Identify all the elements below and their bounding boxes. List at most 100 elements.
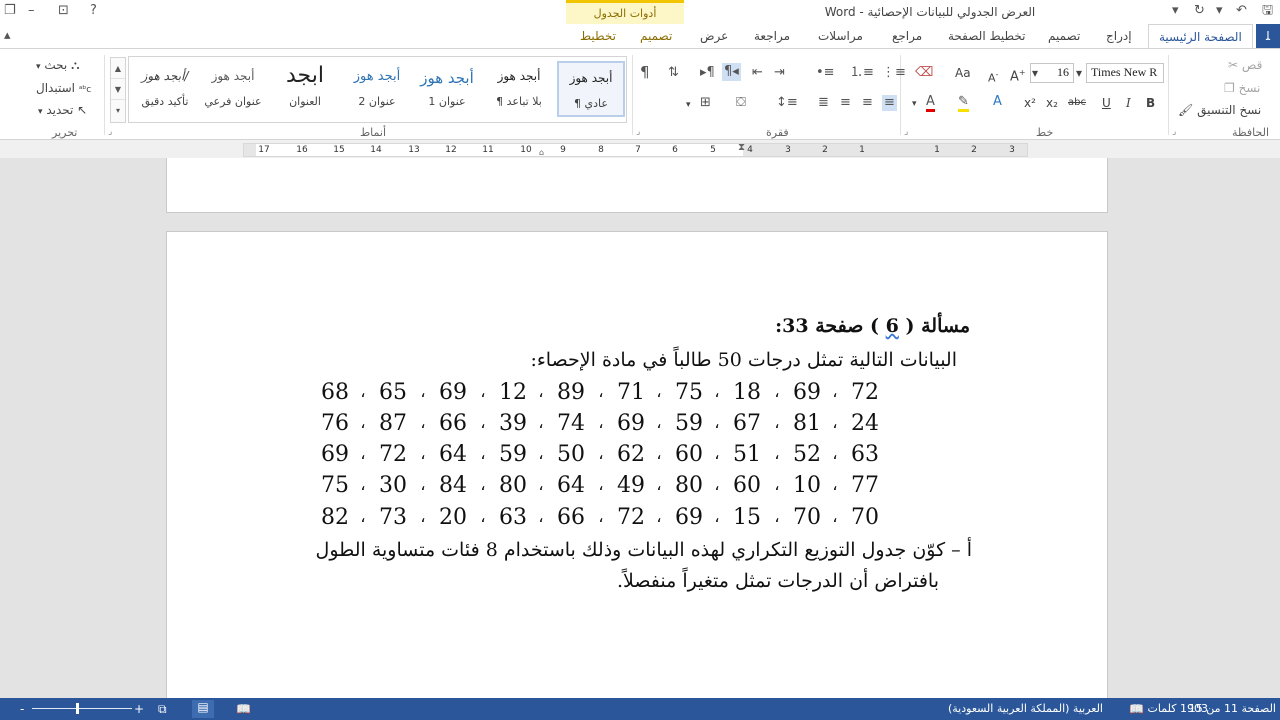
data-row[interactable]: 70 ، 70 ، 15 ، 69 ، 72 ، 66 ، 63 ، 20 ، 73 ، 82 — [321, 505, 895, 535]
superscript-button[interactable]: x² — [1024, 95, 1036, 111]
word-count-status[interactable]: 1903 كلمات — [1148, 702, 1208, 715]
text-effects-icon[interactable]: A — [993, 94, 1002, 110]
scroll-down-icon[interactable]: ▼ — [111, 79, 125, 100]
select-button[interactable]: ▾ تحديد ↖ — [38, 102, 87, 120]
tab-page-layout[interactable]: تخطيط الصفحة — [948, 29, 1025, 43]
save-icon[interactable]: 🖫 — [1262, 3, 1273, 19]
style-heading-2[interactable]: أبجد هوز عنوان 2 — [343, 61, 411, 117]
font-name-dropdown-icon[interactable]: ▾ — [1076, 65, 1082, 81]
tab-review[interactable]: مراجعة — [754, 29, 790, 43]
borders-icon[interactable]: ⊞ — [700, 95, 711, 111]
bold-button[interactable]: B — [1146, 95, 1155, 111]
collapse-ribbon-icon[interactable]: ▴ — [4, 28, 11, 44]
bullets-icon[interactable]: •≡ — [816, 65, 835, 81]
replace-button[interactable]: استبدال ᵃᵇc — [36, 80, 91, 98]
font-name-field[interactable]: Times New R — [1086, 63, 1164, 83]
question-line-1[interactable]: أ – كوّن جدول التوزيع التكراري لهذه البي… — [316, 539, 972, 561]
font-launcher-icon[interactable]: ⌟ — [904, 127, 908, 137]
current-page[interactable]: مسألة ( 6 ) صفحة 33: البيانات التالية تم… — [166, 231, 1108, 698]
align-right-icon[interactable]: ≡ — [882, 95, 897, 111]
document-area[interactable]: مسألة ( 6 ) صفحة 33: البيانات التالية تم… — [0, 158, 1280, 698]
line-spacing-icon[interactable]: ↕≡ — [776, 95, 798, 111]
format-painter-button[interactable]: 🖌 نسخ التنسيق — [1178, 102, 1261, 118]
scroll-up-icon[interactable]: ▲ — [111, 58, 125, 79]
tab-references[interactable]: مراجع — [892, 29, 922, 43]
change-case-button[interactable]: Aa — [955, 65, 971, 81]
zoom-slider-thumb[interactable] — [76, 703, 79, 714]
styles-gallery-scroll[interactable]: ▲ ▼ ▾ — [110, 57, 126, 123]
horizontal-ruler[interactable]: 17 16 15 14 13 12 11 10 9 8 7 6 5 4 3 2 … — [243, 142, 1028, 157]
tab-table-layout[interactable]: تخطيط — [580, 29, 616, 43]
tab-file[interactable]: ﻠ — [1256, 24, 1280, 48]
tab-insert[interactable]: إدراج — [1106, 29, 1132, 43]
italic-button[interactable]: I — [1126, 95, 1131, 111]
ribbon-display-icon[interactable]: ⊡ — [58, 3, 69, 19]
redo-icon[interactable]: ↻ — [1194, 3, 1205, 19]
right-indent-marker-icon[interactable]: ⧗ — [738, 142, 745, 153]
minimize-icon[interactable]: – — [28, 3, 35, 19]
highlight-color-icon[interactable]: ✎ — [958, 94, 969, 112]
borders-dropdown-icon[interactable]: ▾ — [686, 97, 691, 113]
subscript-button[interactable]: x₂ — [1046, 95, 1058, 111]
font-color-icon[interactable]: A — [926, 94, 935, 112]
intro-text[interactable]: البيانات التالية تمثل درجات 50 طالباً في… — [530, 349, 957, 371]
tab-table-design[interactable]: تصميم — [640, 29, 672, 43]
style-subtle-emphasis[interactable]: أبجد هوز/ تأكيد دقيق — [131, 61, 199, 117]
question-line-2[interactable]: بافتراض أن الدرجات تمثل متغيراً منفصلاً. — [617, 570, 939, 592]
data-row[interactable]: 72 ، 69 ، 18 ، 75 ، 71 ، 89 ، 12 ، 69 ، 65 ، 68 — [321, 380, 895, 410]
problem-heading[interactable]: مسألة ( 6 ) صفحة 33: — [775, 315, 970, 337]
numbering-icon[interactable]: ⒈≡ — [850, 65, 874, 81]
find-button[interactable]: ▾ بحث ⛬ — [36, 57, 79, 75]
style-heading-1[interactable]: أبجد هوز عنوان 1 — [413, 61, 481, 117]
strikethrough-button[interactable]: abc — [1068, 95, 1086, 111]
paragraph-launcher-icon[interactable]: ⌟ — [636, 127, 640, 137]
tab-view[interactable]: عرض — [700, 29, 728, 43]
style-subtitle[interactable]: أبجد هوز عنوان فرعي — [199, 61, 267, 117]
data-row[interactable]: 63 ، 52 ، 51 ، 60 ، 62 ، 50 ، 59 ، 64 ، 72 ، 69 — [321, 442, 895, 472]
clear-formatting-icon[interactable]: ⌫ — [915, 65, 933, 81]
gallery-more-icon[interactable]: ▾ — [111, 100, 125, 121]
undo-dropdown-icon[interactable]: ▾ — [1216, 3, 1223, 19]
tab-mailings[interactable]: مراسلات — [818, 29, 863, 43]
proofing-icon[interactable]: 📖 — [1129, 702, 1144, 716]
multilevel-list-icon[interactable]: ⋮≡ — [882, 65, 906, 81]
zoom-out-button[interactable]: - — [20, 702, 24, 716]
style-no-spacing[interactable]: أبجد هوز ¶ بلا تباعد — [485, 61, 553, 117]
shrink-font-button[interactable]: A- — [988, 67, 998, 87]
undo-icon[interactable]: ↶ — [1236, 3, 1247, 19]
underline-button[interactable]: U — [1102, 95, 1111, 111]
data-row[interactable]: 24 ، 81 ، 67 ، 59 ، 69 ، 74 ، 39 ، 66 ، 87 ، 76 — [321, 411, 895, 441]
restore-icon[interactable]: ❐ — [4, 3, 16, 19]
qat-customize-icon[interactable]: ▾ — [1172, 3, 1179, 19]
cut-button[interactable]: ✂ قص — [1228, 57, 1262, 73]
decrease-indent-icon[interactable]: ⇤ — [752, 65, 763, 81]
data-row[interactable]: 77 ، 10 ، 60 ، 80 ، 49 ، 64 ، 80 ، 84 ، 30 ، 75 — [321, 473, 895, 503]
copy-button[interactable]: ❐ نسخ — [1224, 80, 1260, 96]
font-size-dropdown-icon[interactable]: ▾ — [1032, 65, 1038, 81]
rtl-direction-icon[interactable]: ¶◂ — [722, 63, 741, 81]
clipboard-launcher-icon[interactable]: ⌟ — [1172, 127, 1176, 137]
tab-home[interactable]: الصفحة الرئيسية — [1148, 24, 1253, 49]
language-status[interactable]: العربية (المملكة العربية السعودية) — [948, 702, 1103, 715]
read-mode-icon[interactable]: 📖 — [236, 702, 251, 716]
style-normal[interactable]: أبجد هوز ¶ عادي — [557, 61, 625, 117]
styles-launcher-icon[interactable]: ⌟ — [108, 127, 112, 137]
shading-icon[interactable]: ⛋ — [736, 95, 746, 111]
tab-design[interactable]: تصميم — [1048, 29, 1080, 43]
increase-indent-icon[interactable]: ⇥ — [774, 65, 785, 81]
style-title[interactable]: ابجد العنوان — [271, 61, 339, 117]
previous-page[interactable] — [166, 158, 1108, 213]
sort-icon[interactable]: ⇅ — [668, 65, 679, 81]
justify-icon[interactable]: ≣ — [818, 95, 829, 111]
help-icon[interactable]: ? — [90, 3, 97, 19]
align-center-icon[interactable]: ≡ — [862, 95, 873, 111]
font-color-dropdown-icon[interactable]: ▾ — [912, 96, 917, 112]
left-indent-marker-icon[interactable]: ⌂ — [539, 148, 544, 157]
ltr-direction-icon[interactable]: ▸¶ — [700, 65, 715, 81]
zoom-slider[interactable] — [32, 708, 132, 709]
web-layout-icon[interactable]: ⧉ — [158, 702, 167, 717]
grow-font-button[interactable]: A+ — [1010, 65, 1026, 85]
zoom-in-button[interactable]: + — [134, 702, 144, 716]
align-left-icon[interactable]: ≡ — [840, 95, 851, 111]
print-layout-icon[interactable]: ▤ — [192, 700, 214, 718]
